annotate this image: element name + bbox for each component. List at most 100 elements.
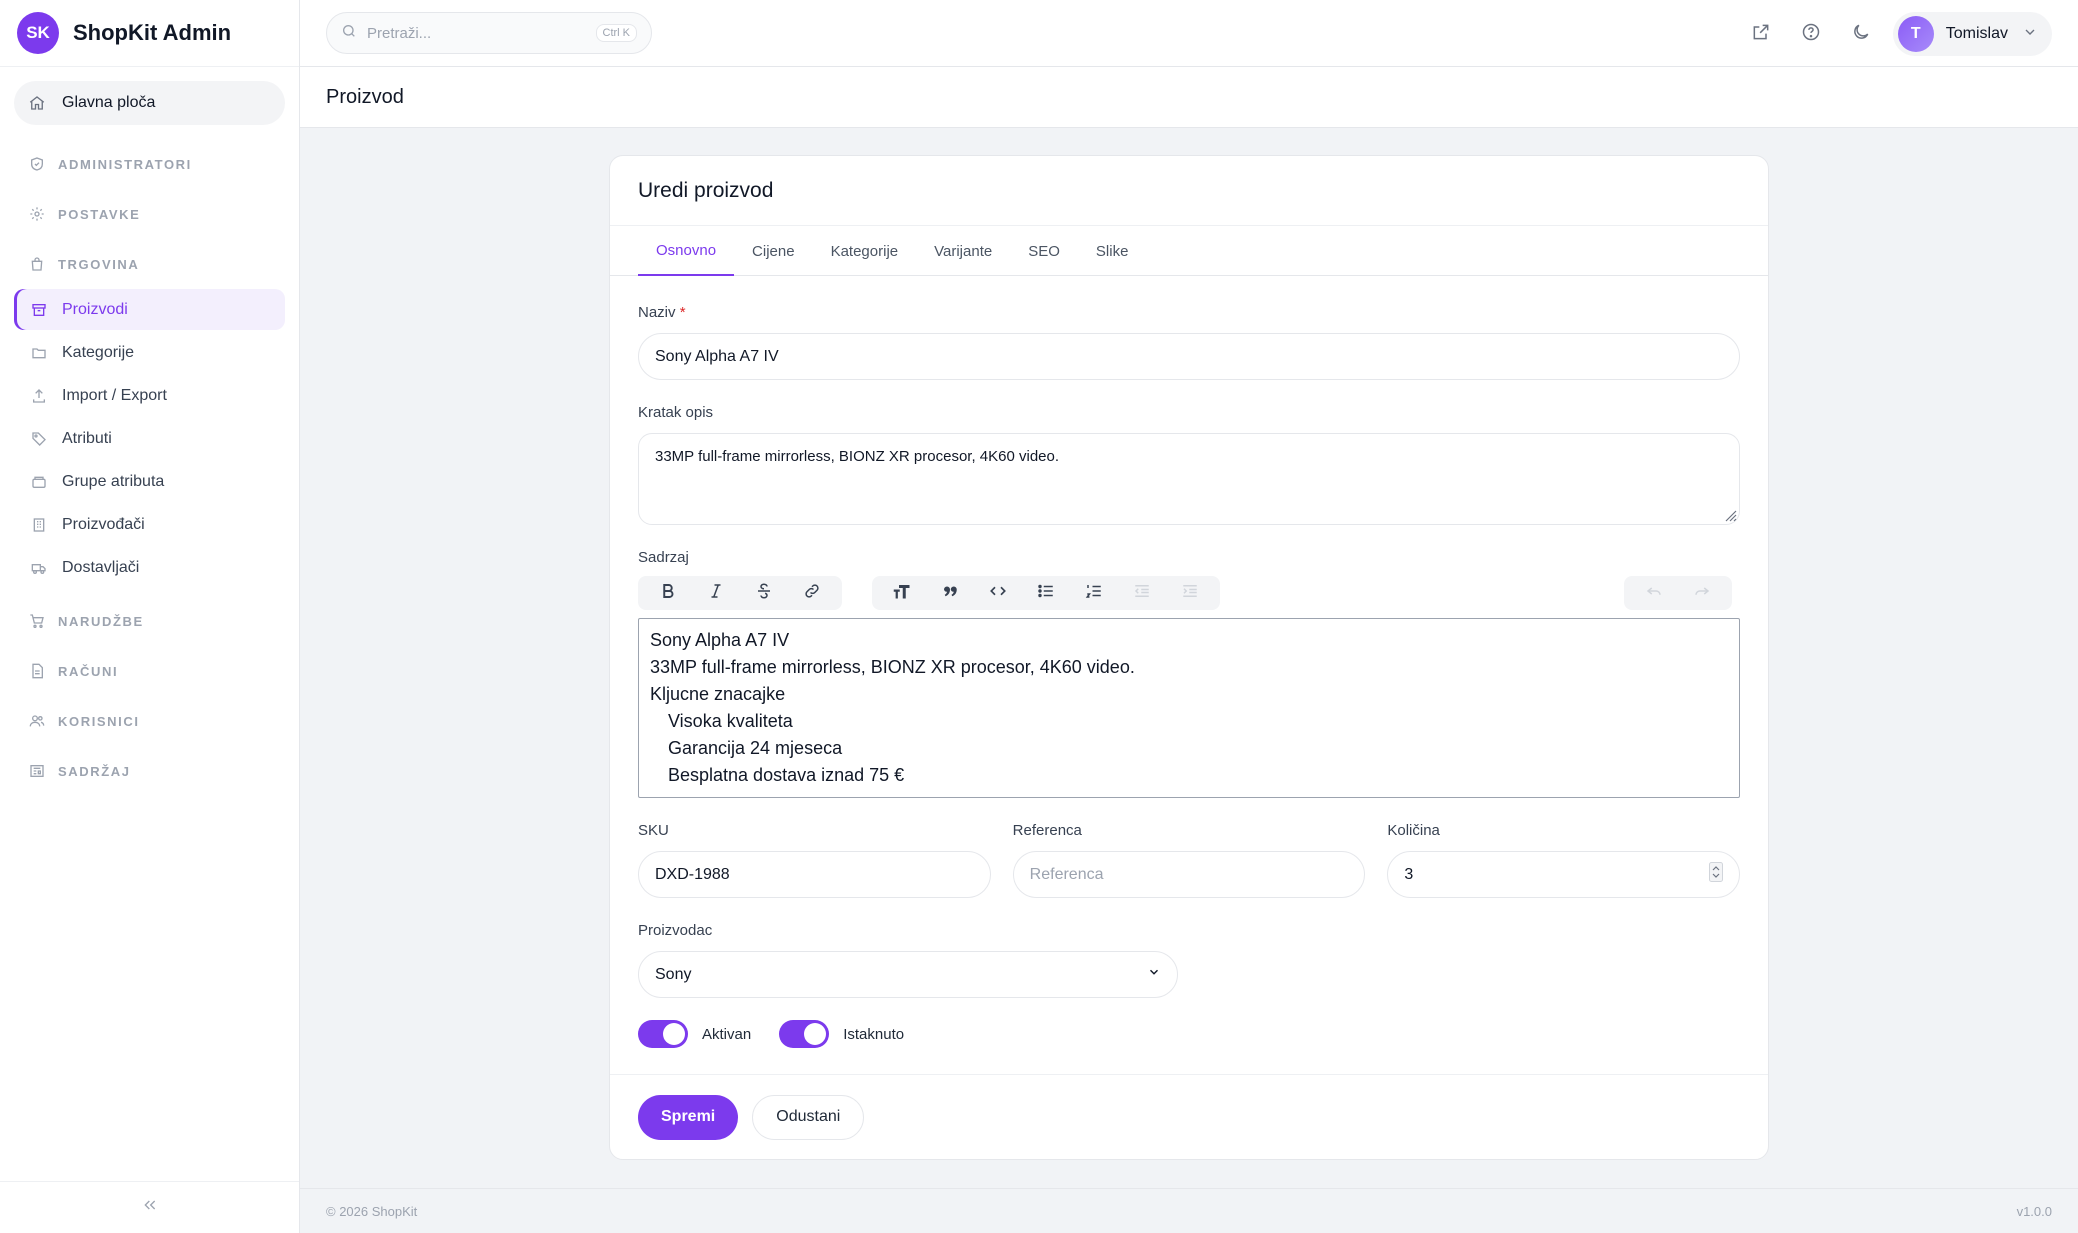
short-description-field-group: Kratak opis 33MP full-frame mirrorless, … xyxy=(638,404,1740,525)
layers-icon xyxy=(30,473,48,491)
toggles-row: Aktivan Istaknuto xyxy=(638,1020,1740,1048)
undo-icon xyxy=(1644,582,1664,605)
link-icon xyxy=(803,582,821,605)
sidebar-group-content[interactable]: SADRŽAJ xyxy=(14,746,285,796)
redo-button[interactable] xyxy=(1678,577,1726,609)
blockquote-button[interactable] xyxy=(926,577,974,609)
cancel-button[interactable]: Odustani xyxy=(752,1094,865,1140)
indent-button[interactable] xyxy=(1166,577,1214,609)
manufacturer-value: Sony xyxy=(655,965,692,983)
sidebar-group-label: NARUDŽBE xyxy=(58,613,144,629)
short-description-label: Kratak opis xyxy=(638,404,714,421)
spinner-arrows-icon[interactable] xyxy=(1709,862,1724,887)
search-input[interactable]: Pretraži... Ctrl K xyxy=(326,12,652,54)
version-text: v1.0.0 xyxy=(2016,1203,2052,1219)
upload-icon xyxy=(30,387,48,405)
sidebar-item-attribute-groups[interactable]: Grupe atributa xyxy=(14,461,285,502)
active-toggle[interactable] xyxy=(638,1020,688,1048)
tab-variants[interactable]: Varijante xyxy=(916,226,1010,276)
user-menu[interactable]: T Tomislav xyxy=(1892,12,2052,56)
brand[interactable]: SK ShopKit Admin xyxy=(0,0,299,67)
sidebar-item-label: Kategorije xyxy=(62,343,135,361)
resize-handle-icon[interactable] xyxy=(1723,508,1737,522)
manufacturer-select[interactable]: Sony xyxy=(638,951,1178,998)
redo-icon xyxy=(1692,582,1712,605)
toolbar-group-format xyxy=(638,576,842,610)
sidebar-group-label: KORISNICI xyxy=(58,713,140,729)
building-icon xyxy=(30,516,48,534)
sidebar-group-shop[interactable]: TRGOVINA xyxy=(14,239,285,289)
name-label: Naziv * xyxy=(638,304,1740,321)
brand-logo: SK xyxy=(17,12,59,54)
sidebar-item-attributes[interactable]: Atributi xyxy=(14,418,285,459)
sidebar-group-users[interactable]: KORISNICI xyxy=(14,696,285,746)
theme-toggle-button[interactable] xyxy=(1841,14,1881,54)
editor-list-item: Besplatna dostava iznad 75 € xyxy=(668,765,905,785)
sidebar-item-label: Proizvođači xyxy=(62,515,145,533)
featured-toggle[interactable] xyxy=(779,1020,830,1048)
content-editor[interactable]: Sony Alpha A7 IV 33MP full-frame mirrorl… xyxy=(638,618,1740,798)
sidebar-item-label: Dostavljači xyxy=(62,558,140,576)
bold-icon xyxy=(659,582,677,605)
sku-input[interactable]: DXD-1988 xyxy=(638,851,991,898)
tab-basic[interactable]: Osnovno xyxy=(638,226,735,276)
heading-button[interactable] xyxy=(878,577,926,609)
sidebar-item-manufacturers[interactable]: Proizvođači xyxy=(14,504,285,545)
sidebar-group-label: POSTAVKE xyxy=(58,206,141,222)
home-icon xyxy=(28,94,46,112)
content-label: Sadrzaj xyxy=(638,549,689,566)
sidebar-collapse-button[interactable] xyxy=(0,1181,299,1233)
sidebar-group-invoices[interactable]: RAČUNI xyxy=(14,646,285,696)
document-icon xyxy=(28,662,46,680)
italic-button[interactable] xyxy=(692,577,740,609)
bullet-list-icon xyxy=(1036,582,1056,605)
tab-images[interactable]: Slike xyxy=(1078,226,1147,276)
bold-button[interactable] xyxy=(644,577,692,609)
tab-prices[interactable]: Cijene xyxy=(734,226,813,276)
sidebar-item-carriers[interactable]: Dostavljači xyxy=(14,547,285,588)
search-icon xyxy=(341,23,357,44)
folder-icon xyxy=(30,344,48,362)
chevron-down-icon xyxy=(2022,24,2038,45)
undo-button[interactable] xyxy=(1630,577,1678,609)
indent-icon xyxy=(1180,582,1200,605)
tab-categories[interactable]: Kategorije xyxy=(813,226,917,276)
newspaper-icon xyxy=(28,762,46,780)
help-button[interactable] xyxy=(1791,14,1831,54)
sku-label: SKU xyxy=(638,822,669,839)
cart-icon xyxy=(28,612,46,630)
sidebar-group-orders[interactable]: NARUDŽBE xyxy=(14,596,285,646)
strikethrough-button[interactable] xyxy=(740,577,788,609)
sidebar-group-administrators[interactable]: ADMINISTRATORI xyxy=(14,139,285,189)
avatar: T xyxy=(1897,16,1934,52)
short-description-textarea[interactable]: 33MP full-frame mirrorless, BIONZ XR pro… xyxy=(638,433,1740,525)
sidebar-item-import-export[interactable]: Import / Export xyxy=(14,375,285,416)
quantity-stepper[interactable]: 3 xyxy=(1387,851,1741,898)
sidebar-group-settings[interactable]: POSTAVKE xyxy=(14,189,285,239)
outdent-button[interactable] xyxy=(1118,577,1166,609)
topbar-actions: T Tomislav xyxy=(1731,12,2052,56)
chevron-down-icon xyxy=(1147,965,1161,984)
sidebar-group-label: ADMINISTRATORI xyxy=(58,156,192,172)
bullet-list-button[interactable] xyxy=(1022,577,1070,609)
external-link-button[interactable] xyxy=(1741,14,1781,54)
save-button[interactable]: Spremi xyxy=(638,1094,739,1140)
editor-list-item: Visoka kvaliteta xyxy=(668,711,793,731)
sidebar-item-products[interactable]: Proizvodi xyxy=(14,289,285,330)
name-input[interactable]: Sony Alpha A7 IV xyxy=(638,333,1740,380)
code-button[interactable] xyxy=(974,577,1022,609)
italic-icon xyxy=(707,582,725,605)
editor-toolbar xyxy=(638,572,1740,614)
search-shortcut-badge: Ctrl K xyxy=(595,24,637,42)
link-button[interactable] xyxy=(788,577,836,609)
reference-input[interactable]: Referenca xyxy=(1012,851,1366,898)
tab-seo[interactable]: SEO xyxy=(1010,226,1078,276)
quote-icon xyxy=(941,582,959,605)
help-icon xyxy=(1801,22,1821,47)
editor-list-item: Garancija 24 mjeseca xyxy=(668,738,843,758)
ordered-list-button[interactable] xyxy=(1070,577,1118,609)
sidebar-item-categories[interactable]: Kategorije xyxy=(14,332,285,373)
reference-label: Referenca xyxy=(1012,822,1082,839)
sidebar-item-dashboard[interactable]: Glavna ploča xyxy=(14,81,285,125)
card-title: Uredi proizvod xyxy=(610,156,1768,226)
